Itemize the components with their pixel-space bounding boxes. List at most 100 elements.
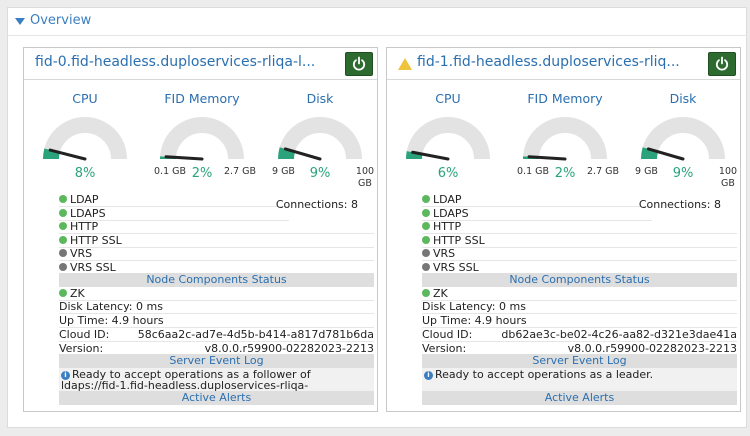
gauge-title-cpu: CPU bbox=[72, 91, 98, 106]
gauge-title-memory: FID Memory bbox=[164, 91, 240, 106]
gauge-title-disk: Disk bbox=[306, 91, 334, 106]
event-message: Ready to accept operations as a leader. bbox=[435, 368, 654, 381]
active-alerts-header[interactable]: Active Alerts bbox=[59, 391, 374, 405]
status-dot-icon bbox=[422, 262, 430, 271]
service-row: HTTP SSL bbox=[59, 234, 374, 248]
info-icon: i bbox=[424, 371, 433, 380]
service-label: VRS SSL bbox=[433, 260, 479, 274]
power-button[interactable] bbox=[345, 52, 373, 76]
status-dot-icon bbox=[422, 222, 430, 230]
server-event-log-header[interactable]: Server Event Log bbox=[422, 354, 737, 368]
gauge-disk bbox=[278, 117, 362, 161]
gauge-min-memory: 0.1 GB bbox=[517, 166, 550, 177]
gauge-value-cpu: 6% bbox=[437, 166, 459, 181]
status-dot-icon bbox=[422, 289, 430, 297]
cloud-id-value: 58c6aa2c-ad7e-4d5b-b414-a817d781b6da bbox=[137, 328, 374, 341]
gauge-memory bbox=[523, 117, 607, 161]
zk-label: ZK bbox=[70, 287, 85, 300]
node-title[interactable]: fid-0.fid-headless.duploservices-rliqa-l… bbox=[35, 54, 315, 70]
section-title: Overview bbox=[30, 13, 92, 28]
gauge-value-cpu: 8% bbox=[74, 166, 96, 181]
zk-row: ZK bbox=[59, 287, 374, 301]
service-row: LDAP bbox=[59, 193, 289, 207]
gauge-memory bbox=[160, 117, 244, 161]
status-dot-icon bbox=[59, 262, 67, 271]
event-log-entry: i Ready to accept operations as a followe… bbox=[59, 368, 374, 392]
disk-latency: Disk Latency: 0 ms bbox=[59, 300, 374, 314]
service-label: VRS bbox=[70, 247, 93, 260]
gauge-track bbox=[523, 117, 607, 160]
caret-down-icon[interactable] bbox=[15, 18, 25, 25]
power-icon bbox=[715, 56, 729, 71]
status-dot-icon bbox=[422, 208, 430, 217]
gauge-max-memory: 2.7 GB bbox=[587, 166, 620, 177]
gauge-min-disk: 9 GB bbox=[272, 166, 295, 177]
status-dot-icon bbox=[422, 235, 430, 244]
status-dot-icon bbox=[59, 235, 67, 244]
overview-header[interactable]: Overview bbox=[7, 7, 747, 35]
gauge-max-disk: 100 GB bbox=[718, 166, 738, 189]
service-row: HTTP bbox=[59, 220, 374, 234]
gauge-min-disk: 9 GB bbox=[635, 166, 658, 177]
node-components-header[interactable]: Node Components Status bbox=[59, 273, 374, 287]
gauge-max-memory: 2.7 GB bbox=[224, 166, 257, 177]
service-row: HTTP SSL bbox=[422, 234, 737, 248]
card-header: fid-1.fid-headless.duploservices-rliq... bbox=[387, 48, 740, 80]
status-dot-icon bbox=[59, 195, 67, 203]
status-dot-icon bbox=[59, 289, 67, 297]
service-label: LDAPS bbox=[70, 206, 106, 220]
service-row: HTTP bbox=[422, 220, 737, 234]
gauge-track bbox=[641, 117, 725, 160]
gauge-track bbox=[278, 117, 362, 160]
event-log-entry: i Ready to accept operations as a leader. bbox=[422, 368, 737, 392]
cloud-id-label: Cloud ID: bbox=[59, 328, 110, 341]
status-dot-icon bbox=[422, 249, 430, 257]
gauge-title-memory: FID Memory bbox=[527, 91, 603, 106]
cloud-id-row: Cloud ID: db62ae3c-be02-4c26-aa82-d321e3d… bbox=[422, 328, 737, 342]
service-label: LDAP bbox=[433, 193, 462, 206]
status-dot-icon bbox=[59, 208, 67, 217]
gauge-title-cpu: CPU bbox=[435, 91, 461, 106]
gauge-value-disk: 9% bbox=[672, 166, 694, 181]
up-time: Up Time: 4.9 hours bbox=[59, 314, 374, 328]
node-card: fid-0.fid-headless.duploservices-rliqa-l… bbox=[23, 47, 378, 412]
gauge-min-memory: 0.1 GB bbox=[154, 166, 187, 177]
power-icon bbox=[352, 56, 366, 71]
gauge-max-disk: 100 GB bbox=[355, 166, 375, 189]
service-label: HTTP bbox=[433, 220, 462, 233]
up-time: Up Time: 4.9 hours bbox=[422, 314, 737, 328]
connections-count: Connections: 8 bbox=[638, 198, 721, 211]
active-alerts-header[interactable]: Active Alerts bbox=[422, 391, 737, 405]
cloud-id-value: db62ae3c-be02-4c26-aa82-d321e3dae41a bbox=[501, 328, 737, 341]
connections-count: Connections: 8 bbox=[275, 198, 358, 211]
cloud-id-row: Cloud ID: 58c6aa2c-ad7e-4d5b-b414-a817d78… bbox=[59, 328, 374, 342]
node-components-header[interactable]: Node Components Status bbox=[422, 273, 737, 287]
gauge-value-disk: 9% bbox=[309, 166, 331, 181]
gauge-disk bbox=[641, 117, 725, 161]
service-label: VRS bbox=[433, 247, 456, 260]
gauge-cpu bbox=[406, 117, 490, 161]
warning-icon bbox=[398, 58, 412, 70]
disk-latency: Disk Latency: 0 ms bbox=[422, 300, 737, 314]
gauge-cpu bbox=[43, 117, 127, 161]
node-title[interactable]: fid-1.fid-headless.duploservices-rliq... bbox=[417, 54, 680, 70]
status-dot-icon bbox=[59, 222, 67, 230]
event-message: Ready to accept operations as a follower… bbox=[61, 368, 311, 392]
service-row: VRS bbox=[422, 247, 737, 261]
service-label: HTTP bbox=[70, 220, 99, 233]
service-label: HTTP SSL bbox=[433, 233, 485, 247]
zk-label: ZK bbox=[433, 287, 448, 300]
power-button[interactable] bbox=[708, 52, 736, 76]
service-row: LDAP bbox=[422, 193, 652, 207]
service-row: LDAPS bbox=[422, 207, 652, 221]
service-label: VRS SSL bbox=[70, 260, 116, 274]
gauge-title-disk: Disk bbox=[669, 91, 697, 106]
service-label: LDAPS bbox=[433, 206, 469, 220]
service-row: VRS bbox=[59, 247, 374, 261]
service-label: LDAP bbox=[70, 193, 99, 206]
card-header: fid-0.fid-headless.duploservices-rliqa-l… bbox=[24, 48, 377, 80]
gauge-track bbox=[160, 117, 244, 160]
server-event-log-header[interactable]: Server Event Log bbox=[59, 354, 374, 368]
zk-row: ZK bbox=[422, 287, 737, 301]
service-row: LDAPS bbox=[59, 207, 289, 221]
